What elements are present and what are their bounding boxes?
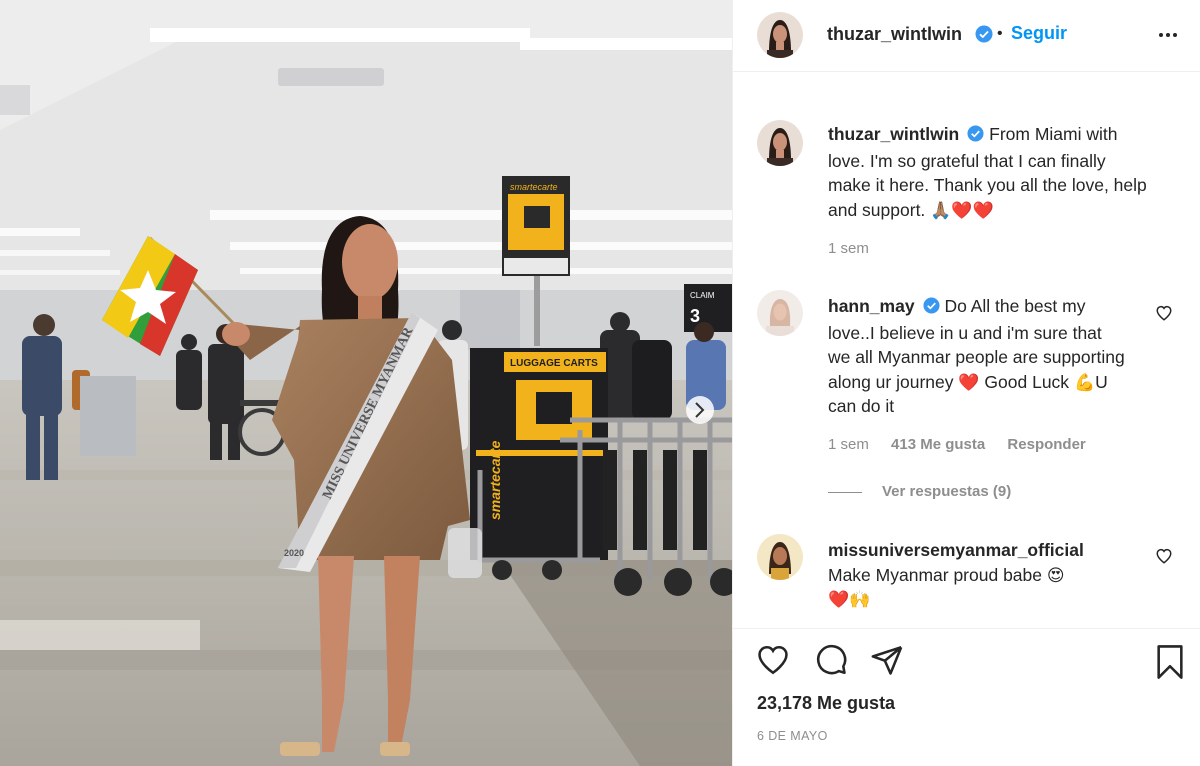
- caption-text: thuzar_wintlwin From Miami with love. I'…: [828, 122, 1148, 222]
- sign-claim: CLAIM: [690, 291, 715, 300]
- follow-button[interactable]: Seguir: [1011, 23, 1067, 44]
- post-actions: 23,178 Me gusta 6 DE MAYO: [733, 628, 1200, 766]
- comment-meta: 1 sem 413 Me gusta Responder: [828, 436, 1104, 453]
- verified-badge-icon: [975, 25, 993, 48]
- commenter-username[interactable]: hann_may: [828, 296, 915, 316]
- caption-time[interactable]: 1 sem: [828, 240, 869, 257]
- post-date[interactable]: 6 DE MAYO: [757, 729, 828, 743]
- comment-emoji: 😍: [1046, 565, 1065, 585]
- sign-claim-number: 3: [690, 306, 700, 326]
- separator-dot: •: [997, 25, 1003, 42]
- save-bookmark-icon[interactable]: [1153, 643, 1187, 681]
- comment-text: missuniversemyanmar_official Make Myanma…: [828, 538, 1128, 612]
- view-replies-label: Ver respuestas (9): [882, 483, 1012, 500]
- sign-luggage-carts: LUGGAGE CARTS: [510, 358, 598, 369]
- commenter-username[interactable]: missuniversemyanmar_official: [828, 540, 1084, 560]
- author-username[interactable]: thuzar_wintlwin: [827, 24, 962, 45]
- replies-line: [828, 491, 862, 493]
- next-photo-button[interactable]: [686, 396, 714, 424]
- comment-icon[interactable]: [813, 643, 849, 677]
- comment-time[interactable]: 1 sem: [828, 436, 869, 453]
- caption-emojis: 🙏🏽❤️❤️: [930, 200, 994, 220]
- verified-badge-icon: [967, 124, 984, 149]
- share-icon[interactable]: [869, 643, 905, 677]
- likes-count[interactable]: 23,178 Me gusta: [757, 693, 895, 714]
- post-header: thuzar_wintlwin • Seguir: [733, 0, 1200, 72]
- comment-emoji-2: ❤️🙌: [828, 590, 871, 610]
- reply-button[interactable]: Responder: [1007, 436, 1085, 453]
- comment-emoji: ❤️: [958, 372, 980, 392]
- comment-likes[interactable]: 413 Me gusta: [891, 436, 985, 453]
- comment-text: hann_may Do All the best my love..I beli…: [828, 294, 1128, 419]
- airport-scene-image: smartecarte CLAIM 3 LUGGAGE CARTS smarte…: [0, 0, 732, 766]
- comment-body-2: Good Luck: [984, 371, 1070, 392]
- commenter-avatar[interactable]: [757, 290, 803, 336]
- sign-smartecarte-side: smartecarte: [487, 440, 503, 520]
- post-side-panel: thuzar_wintlwin • Seguir thuzar_wintlwin…: [732, 0, 1200, 766]
- view-replies-button[interactable]: Ver respuestas (9): [828, 483, 1011, 500]
- author-avatar[interactable]: [757, 12, 803, 58]
- like-comment-heart-icon[interactable]: [1155, 547, 1173, 565]
- comment-emoji-2: 💪: [1073, 372, 1096, 392]
- comment-body: Make Myanmar proud babe: [828, 564, 1042, 585]
- caption-meta: 1 sem: [828, 240, 887, 257]
- caption-avatar[interactable]: [757, 120, 803, 166]
- like-comment-heart-icon[interactable]: [1155, 304, 1173, 322]
- sign-smartecarte-top: smartecarte: [510, 182, 558, 192]
- commenter-avatar[interactable]: [757, 534, 803, 580]
- more-options-icon[interactable]: [1157, 24, 1183, 44]
- caption-username[interactable]: thuzar_wintlwin: [828, 124, 959, 144]
- sash-year: 2020: [284, 548, 304, 558]
- like-heart-icon[interactable]: [755, 643, 791, 677]
- verified-badge-icon: [923, 296, 940, 321]
- post-photo[interactable]: smartecarte CLAIM 3 LUGGAGE CARTS smarte…: [0, 0, 732, 766]
